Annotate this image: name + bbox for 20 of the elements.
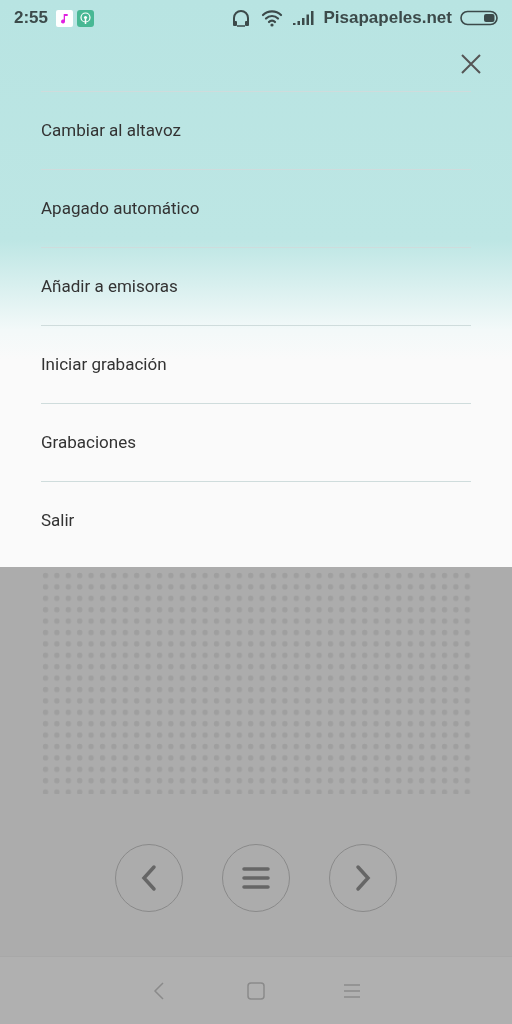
wifi-icon bbox=[261, 9, 284, 27]
status-time: 2:55 bbox=[14, 7, 49, 30]
podcast-app-icon bbox=[77, 9, 95, 27]
menu-item[interactable]: Salir bbox=[41, 507, 75, 534]
battery-icon bbox=[460, 10, 498, 26]
music-app-icon bbox=[56, 9, 74, 27]
menu-item[interactable]: Apagado automático bbox=[41, 195, 200, 222]
carrier-name: Pisapapeles.net bbox=[323, 7, 452, 30]
chevron-left-icon bbox=[141, 864, 157, 892]
menu-item[interactable]: Cambiar al altavoz bbox=[41, 117, 181, 144]
menu-item[interactable]: Grabaciones bbox=[41, 429, 136, 456]
signal-icon bbox=[293, 11, 316, 25]
close-button[interactable] bbox=[460, 52, 482, 75]
close-icon bbox=[461, 53, 481, 74]
menu-icon bbox=[242, 866, 270, 890]
home-icon[interactable] bbox=[246, 980, 266, 1001]
headphones-icon bbox=[231, 8, 252, 28]
chevron-right-icon bbox=[355, 864, 371, 892]
menu-item[interactable]: Iniciar grabación bbox=[41, 351, 167, 378]
menu-item[interactable]: Añadir a emisoras bbox=[41, 273, 178, 300]
